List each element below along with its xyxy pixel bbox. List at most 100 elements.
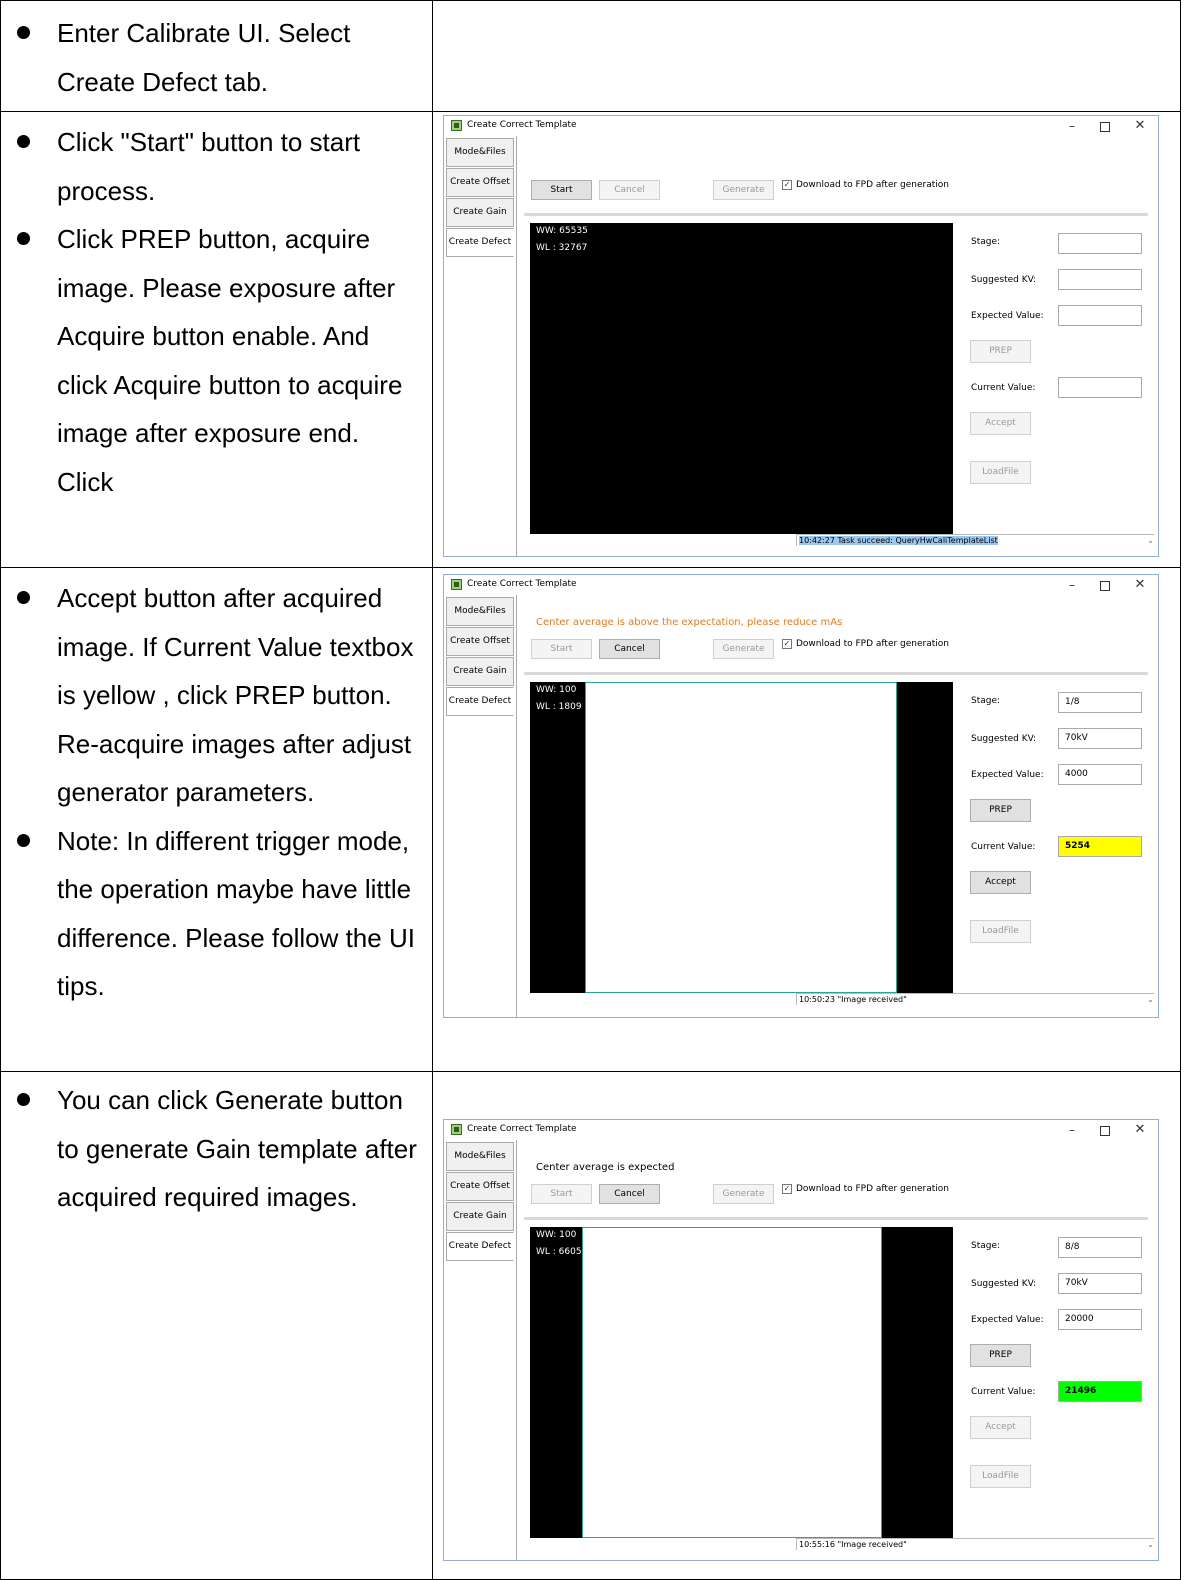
expected-value-field[interactable]: 4000 (1058, 764, 1142, 785)
status-log-text: 10:42:27 Task succeed: QueryHwCaliTempla… (799, 536, 998, 545)
current-value-field[interactable] (1058, 377, 1142, 398)
tab-create-gain[interactable]: Create Gain (446, 198, 514, 227)
expected-value-field[interactable]: 20000 (1058, 1309, 1142, 1330)
tab-create-defect[interactable]: Create Defect (446, 687, 514, 716)
calibration-window: Create Correct Template – ✕ Mode&Files C… (443, 115, 1159, 557)
chevron-down-icon[interactable]: ⌄ (1147, 1540, 1154, 1549)
cancel-button[interactable]: Cancel (599, 180, 660, 200)
prep-button[interactable]: PREP (970, 1344, 1031, 1367)
stage-label: Stage: (971, 696, 1001, 706)
image-viewer[interactable]: WW: 100 WL : 1809 (530, 682, 953, 993)
tab-create-offset[interactable]: Create Offset (446, 1172, 514, 1201)
step-text: Enter Calibrate UI. Select Create Defect… (1, 9, 432, 106)
accept-button[interactable]: Accept (970, 412, 1031, 435)
accept-button[interactable]: Accept (970, 1416, 1031, 1439)
step-text: You can click Generate button to generat… (1, 1076, 432, 1222)
close-icon[interactable]: ✕ (1130, 1122, 1150, 1138)
image-viewer[interactable]: WW: 100 WL : 6605 (530, 1227, 953, 1538)
divider (524, 1217, 1148, 1220)
window-title: Create Correct Template (467, 579, 577, 589)
image-viewer[interactable]: WW: 65535 WL : 32767 (530, 223, 953, 534)
expected-value-label: Expected Value: (971, 770, 1044, 780)
start-button[interactable]: Start (531, 639, 592, 659)
window-width-readout: WW: 100 (536, 685, 577, 695)
suggested-kv-field[interactable] (1058, 269, 1142, 290)
current-value-field[interactable]: 21496 (1058, 1381, 1142, 1402)
prep-button[interactable]: PREP (970, 340, 1031, 363)
tab-list: Mode&Files Create Offset Create Gain Cre… (444, 136, 516, 556)
start-button[interactable]: Start (531, 1184, 592, 1204)
download-checkbox-label: Download to FPD after generation (796, 639, 949, 649)
window-width-readout: WW: 65535 (536, 226, 588, 236)
download-checkbox-label: Download to FPD after generation (796, 180, 949, 190)
chevron-down-icon[interactable]: ⌄ (1147, 536, 1154, 545)
expected-value-label: Expected Value: (971, 311, 1044, 321)
tab-mode-files[interactable]: Mode&Files (446, 597, 514, 626)
maximize-icon[interactable] (1095, 118, 1115, 134)
current-value-field[interactable]: 5254 (1058, 836, 1142, 857)
status-log[interactable]: 10:42:27 Task succeed: QueryHwCaliTempla… (796, 534, 1154, 546)
title-bar[interactable]: Create Correct Template – ✕ (444, 116, 1158, 136)
acquired-image (585, 682, 897, 993)
tab-create-offset[interactable]: Create Offset (446, 168, 514, 197)
tab-create-gain[interactable]: Create Gain (446, 657, 514, 686)
tab-mode-files[interactable]: Mode&Files (446, 1142, 514, 1171)
download-checkbox[interactable]: ✓ (782, 1184, 792, 1194)
step-text: Accept button after acquired image. If C… (1, 574, 432, 817)
table-row: Enter Calibrate UI. Select Create Defect… (0, 0, 1181, 112)
window-title: Create Correct Template (467, 1124, 577, 1134)
divider (524, 672, 1148, 675)
status-log[interactable]: 10:55:16 "Image received" (796, 1538, 1154, 1550)
generate-button[interactable]: Generate (713, 1184, 774, 1204)
tab-create-defect[interactable]: Create Defect (446, 1232, 514, 1261)
stage-field[interactable] (1058, 233, 1142, 254)
tab-create-offset[interactable]: Create Offset (446, 627, 514, 656)
suggested-kv-field[interactable]: 70kV (1058, 1273, 1142, 1294)
suggested-kv-field[interactable]: 70kV (1058, 728, 1142, 749)
acquired-image (582, 1227, 882, 1538)
status-log[interactable]: 10:50:23 "Image received" (796, 993, 1154, 1005)
title-bar[interactable]: Create Correct Template – ✕ (444, 575, 1158, 595)
minimize-icon[interactable]: – (1062, 118, 1082, 134)
window-level-readout: WL : 32767 (536, 243, 588, 253)
tab-list: Mode&Files Create Offset Create Gain Cre… (444, 1140, 516, 1560)
window-title: Create Correct Template (467, 120, 577, 130)
window-level-readout: WL : 1809 (536, 702, 582, 712)
download-checkbox[interactable]: ✓ (782, 639, 792, 649)
generate-button[interactable]: Generate (713, 180, 774, 200)
prep-button[interactable]: PREP (970, 799, 1031, 822)
calibration-window: Create Correct Template – ✕ Mode&Files C… (443, 574, 1159, 1018)
cancel-button[interactable]: Cancel (599, 1184, 660, 1204)
tab-create-gain[interactable]: Create Gain (446, 1202, 514, 1231)
tab-create-defect[interactable]: Create Defect (446, 228, 514, 257)
expected-value-field[interactable] (1058, 305, 1142, 326)
maximize-icon[interactable] (1095, 1122, 1115, 1138)
maximize-icon[interactable] (1095, 577, 1115, 593)
divider (524, 213, 1148, 216)
suggested-kv-label: Suggested KV: (971, 1279, 1037, 1289)
stage-field[interactable]: 1/8 (1058, 692, 1142, 713)
title-bar[interactable]: Create Correct Template – ✕ (444, 1120, 1158, 1140)
loadfile-button[interactable]: LoadFile (970, 1465, 1031, 1488)
cancel-button[interactable]: Cancel (599, 639, 660, 659)
chevron-down-icon[interactable]: ⌄ (1147, 995, 1154, 1004)
step-text: Click "Start" button to start process. (1, 118, 432, 215)
app-icon (451, 120, 462, 131)
close-icon[interactable]: ✕ (1130, 577, 1150, 593)
close-icon[interactable]: ✕ (1130, 118, 1150, 134)
loadfile-button[interactable]: LoadFile (970, 461, 1031, 484)
status-log-text: 10:50:23 "Image received" (799, 995, 907, 1004)
start-button[interactable]: Start (531, 180, 592, 200)
current-value-label: Current Value: (971, 1387, 1036, 1397)
tab-mode-files[interactable]: Mode&Files (446, 138, 514, 167)
download-checkbox[interactable]: ✓ (782, 180, 792, 190)
loadfile-button[interactable]: LoadFile (970, 920, 1031, 943)
stage-field[interactable]: 8/8 (1058, 1237, 1142, 1258)
generate-button[interactable]: Generate (713, 639, 774, 659)
minimize-icon[interactable]: – (1062, 1122, 1082, 1138)
status-message: Center average is expected (536, 1162, 675, 1173)
minimize-icon[interactable]: – (1062, 577, 1082, 593)
accept-button[interactable]: Accept (970, 871, 1031, 894)
download-checkbox-label: Download to FPD after generation (796, 1184, 949, 1194)
suggested-kv-label: Suggested KV: (971, 734, 1037, 744)
